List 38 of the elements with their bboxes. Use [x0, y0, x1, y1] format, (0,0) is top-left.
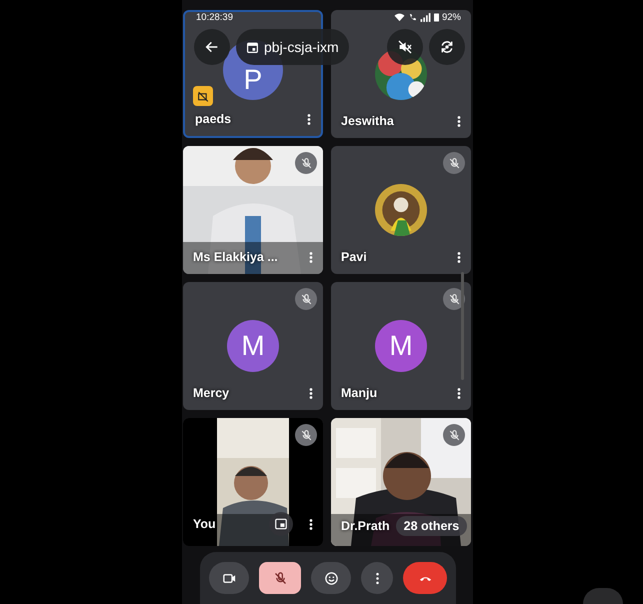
others-chip[interactable]: 28 others — [396, 516, 468, 536]
speaker-off-icon — [397, 39, 413, 55]
participant-name: Mercy — [193, 386, 230, 400]
reactions-button[interactable] — [311, 562, 351, 594]
participant-name: Jeswitha — [341, 114, 395, 128]
participant-tile[interactable]: Pavi — [331, 146, 471, 274]
camera-button[interactable] — [209, 562, 249, 594]
signal-icon — [420, 13, 431, 22]
more-options-icon[interactable] — [457, 386, 461, 400]
switch-camera-icon — [439, 39, 455, 55]
more-options-icon[interactable] — [457, 250, 461, 264]
clock-time: 10:28:39 — [196, 12, 233, 23]
avatar: M — [375, 320, 427, 372]
participant-tile[interactable]: M Mercy — [183, 282, 323, 410]
call-icon — [408, 13, 417, 22]
smiley-icon[interactable] — [324, 570, 338, 586]
avatar: M — [227, 320, 279, 372]
microphone-button[interactable] — [259, 562, 301, 594]
muted-mic-icon[interactable] — [272, 570, 288, 586]
participant-name: You — [193, 517, 217, 531]
participant-tile[interactable]: You — [183, 418, 323, 546]
battery-icon — [434, 13, 439, 22]
wifi-icon — [394, 13, 405, 22]
meeting-code-button[interactable]: pbj-csja-ixm — [236, 29, 349, 65]
more-options-icon[interactable] — [307, 112, 311, 126]
participant-name: paeds — [195, 112, 232, 126]
back-arrow-icon — [204, 39, 220, 55]
participant-name: Dr.Prath — [341, 519, 390, 533]
participant-tile[interactable]: Dr.Prath 28 others — [331, 418, 471, 546]
calendar-icon — [246, 40, 259, 54]
hang-up-button[interactable] — [403, 562, 447, 594]
more-options-icon[interactable] — [309, 518, 313, 530]
battery-level: 92% — [442, 12, 461, 23]
participant-tile[interactable]: M Manju — [331, 282, 471, 410]
more-options-icon[interactable] — [457, 114, 461, 128]
participant-name: Manju — [341, 386, 378, 400]
more-options-icon[interactable] — [309, 386, 313, 400]
participant-name: Pavi — [341, 250, 368, 264]
